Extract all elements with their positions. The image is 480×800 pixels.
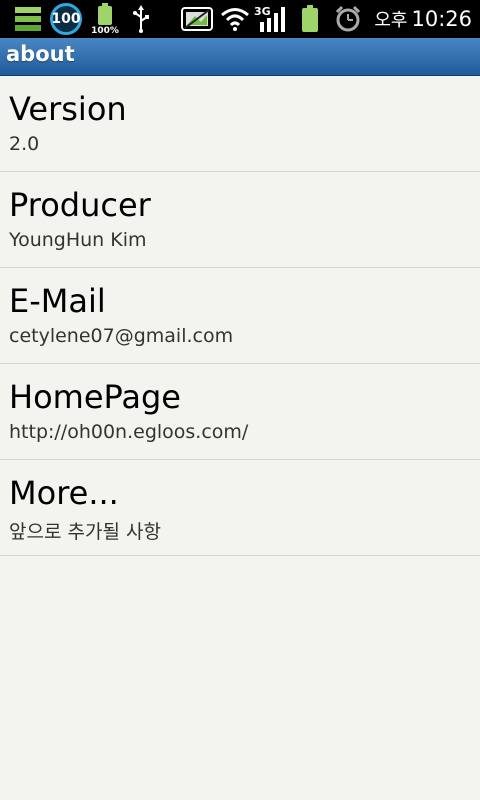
about-list: Version 2.0 Producer YoungHun Kim E-Mail… — [0, 76, 480, 556]
list-item-version[interactable]: Version 2.0 — [0, 76, 480, 172]
list-item-subtitle: 2.0 — [9, 133, 40, 155]
list-item-title: Version — [9, 90, 127, 128]
status-bar: 100 100% 3G 오후 10:26 — [0, 0, 480, 38]
battery-icon — [298, 0, 322, 38]
badge-icon: 100 — [47, 0, 85, 38]
page-title: about — [6, 42, 75, 66]
list-item-subtitle: YoungHun Kim — [9, 229, 147, 251]
list-item-subtitle: http://oh00n.egloos.com/ — [9, 421, 249, 443]
signal-icon: 3G — [254, 0, 288, 38]
network-type: 3G — [254, 5, 271, 18]
list-item-producer[interactable]: Producer YoungHun Kim — [0, 172, 480, 268]
list-item-email[interactable]: E-Mail cetylene07@gmail.com — [0, 268, 480, 364]
wifi-icon — [220, 0, 250, 38]
list-item-subtitle: cetylene07@gmail.com — [9, 325, 234, 347]
alarm-icon — [334, 0, 362, 38]
list-item-subtitle: 앞으로 추가될 사항 — [9, 521, 161, 543]
gallery-icon — [180, 0, 214, 38]
battery-small-percent: 100% — [91, 25, 119, 36]
title-bar: about — [0, 38, 480, 76]
badge-number: 100 — [50, 3, 82, 35]
list-item-title: Producer — [9, 186, 151, 224]
battery-small-icon: 100% — [90, 0, 120, 38]
list-item-title: HomePage — [9, 378, 181, 416]
status-clock: 오후 10:26 — [370, 0, 472, 38]
usb-icon — [130, 0, 152, 38]
list-item-more[interactable]: More... 앞으로 추가될 사항 — [0, 460, 480, 556]
list-item-title: E-Mail — [9, 282, 106, 320]
time-period: 오후 — [374, 10, 408, 31]
stack-icon — [14, 0, 42, 38]
list-item-homepage[interactable]: HomePage http://oh00n.egloos.com/ — [0, 364, 480, 460]
list-item-title: More... — [9, 474, 119, 512]
time-text: 10:26 — [411, 7, 472, 31]
